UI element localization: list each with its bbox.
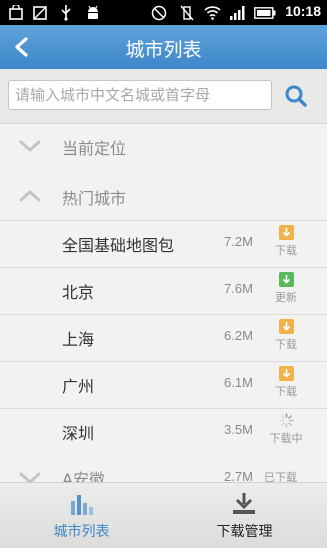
vibrate-off-icon xyxy=(178,4,196,21)
city-name: 深圳 xyxy=(62,424,95,443)
city-size: 7.6M xyxy=(224,281,253,296)
city-name: 上海 xyxy=(62,330,95,349)
action-label: 下载 xyxy=(275,244,297,257)
search-icon xyxy=(285,85,307,107)
download-button[interactable]: 下载 xyxy=(266,225,306,263)
action-label: 更新 xyxy=(275,291,297,304)
signal-icon xyxy=(228,4,246,21)
search-bar xyxy=(0,69,327,124)
bar-chart-icon xyxy=(71,495,93,515)
city-size: 6.1M xyxy=(224,375,253,390)
city-name: 北京 xyxy=(62,283,95,302)
city-row[interactable]: 上海 6.2M 下载 xyxy=(0,314,327,359)
clock: 10:18 xyxy=(285,3,321,19)
download-button[interactable]: 下载 xyxy=(266,319,306,357)
action-label: 下载 xyxy=(275,338,297,351)
title-bar: 城市列表 xyxy=(0,25,327,69)
tab-bar: 城市列表 下载管理 xyxy=(0,482,327,548)
city-row[interactable]: 深圳 3.5M 下载中 xyxy=(0,408,327,453)
usb-icon xyxy=(58,4,74,21)
download-icon xyxy=(278,366,294,381)
tab-label: 下载管理 xyxy=(216,524,273,540)
section-anhui[interactable]: A安徽 2.7M 已下载 xyxy=(0,464,327,484)
city-name: 全国基础地图包 xyxy=(62,236,175,255)
bag-icon xyxy=(8,4,24,21)
download-icon xyxy=(278,319,294,334)
city-name: 广州 xyxy=(62,377,95,396)
section-current-location[interactable]: 当前定位 xyxy=(0,124,327,168)
search-button[interactable] xyxy=(282,83,310,109)
city-size: 3.5M xyxy=(224,422,253,437)
search-input[interactable] xyxy=(9,81,271,109)
battery-icon xyxy=(253,4,277,21)
status-bar: 10:18 xyxy=(0,0,327,25)
city-size: 6.2M xyxy=(224,328,253,343)
action-label: 下载中 xyxy=(269,432,303,445)
chevron-up-icon xyxy=(19,190,41,202)
download-tray-icon xyxy=(233,493,255,514)
action-label: 下载 xyxy=(275,385,297,398)
search-box xyxy=(8,80,272,110)
city-size: 7.2M xyxy=(224,234,253,249)
wifi-icon xyxy=(203,4,221,21)
android-icon xyxy=(84,4,102,21)
update-icon xyxy=(278,272,294,287)
section-label: 当前定位 xyxy=(62,139,127,158)
city-row[interactable]: 全国基础地图包 7.2M 下载 xyxy=(0,220,327,265)
city-row[interactable]: 北京 7.6M 更新 xyxy=(0,267,327,312)
tab-download-manager[interactable]: 下载管理 xyxy=(163,483,326,548)
chevron-down-icon xyxy=(19,140,41,152)
city-row[interactable]: 广州 6.1M 下载 xyxy=(0,361,327,406)
downloading-indicator[interactable]: 下载中 xyxy=(266,413,306,451)
spinner-icon xyxy=(278,413,294,428)
tab-label: 城市列表 xyxy=(53,524,110,540)
update-button[interactable]: 更新 xyxy=(266,272,306,310)
download-icon xyxy=(278,225,294,240)
no-signal-icon xyxy=(150,4,168,21)
tab-city-list[interactable]: 城市列表 xyxy=(0,483,163,548)
download-button[interactable]: 下载 xyxy=(266,366,306,404)
section-label: 热门城市 xyxy=(62,189,127,208)
gallery-icon xyxy=(32,4,48,21)
section-hot-cities[interactable]: 热门城市 xyxy=(0,174,327,218)
page-title: 城市列表 xyxy=(125,39,202,61)
